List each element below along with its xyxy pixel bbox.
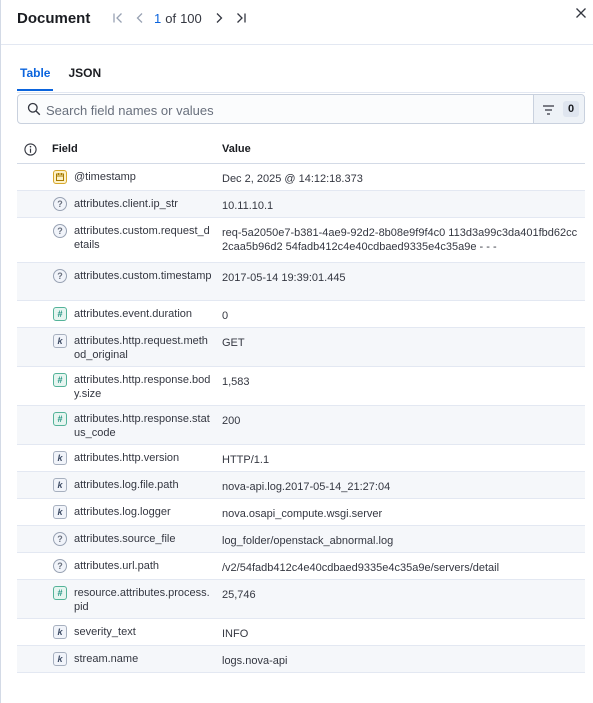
previous-page-icon[interactable] xyxy=(129,9,151,27)
unknown-type-icon: ? xyxy=(53,559,67,573)
field-value: 1,583 xyxy=(222,376,250,388)
field-name: attributes.http.request.method_original xyxy=(74,335,208,361)
number-type-icon: # xyxy=(53,586,67,600)
keyword-type-icon: k xyxy=(53,625,67,639)
field-value: 0 xyxy=(222,310,229,322)
filter-count-badge: 0 xyxy=(563,101,579,117)
keyword-type-icon: k xyxy=(53,652,67,666)
flyout-title: Document xyxy=(17,10,91,27)
field-value: 25,746 xyxy=(222,589,256,601)
next-page-icon[interactable] xyxy=(208,9,230,27)
keyword-type-icon: k xyxy=(53,451,67,465)
field-name: attributes.http.response.status_code xyxy=(74,413,210,439)
number-type-icon: # xyxy=(53,373,67,387)
search-input[interactable] xyxy=(46,100,526,120)
table-row[interactable]: k attributes.http.request.method_original… xyxy=(17,328,585,367)
document-flyout: Document 1 of 100 Table JSON Search fiel… xyxy=(0,0,593,703)
table-row[interactable]: # attributes.http.response.status_code 200 xyxy=(17,406,585,445)
info-icon[interactable] xyxy=(24,143,37,161)
field-value: INFO xyxy=(222,628,249,640)
current-page[interactable]: 1 xyxy=(154,11,161,26)
field-name: attributes.url.path xyxy=(74,560,159,572)
table-row[interactable]: ? attributes.custom.request_details req-5a… xyxy=(17,218,585,263)
tab-json[interactable]: JSON xyxy=(65,63,104,91)
value-column-header[interactable]: Value xyxy=(222,143,251,155)
pager-of-label: of xyxy=(165,10,177,26)
total-pages: 100 xyxy=(180,10,202,26)
search-icon xyxy=(27,102,41,121)
table-row[interactable]: k severity_text INFO xyxy=(17,619,585,646)
unknown-type-icon: ? xyxy=(53,224,67,238)
field-value: 200 xyxy=(222,415,241,427)
field-name: attributes.event.duration xyxy=(74,308,193,320)
field-name: resource.attributes.process.pid xyxy=(74,587,210,613)
table-row[interactable]: ? attributes.url.path/v2/54fadb412c4e40cd… xyxy=(17,553,585,580)
filter-icon xyxy=(542,103,555,121)
first-page-icon[interactable] xyxy=(107,9,129,27)
view-tabs: Table JSON xyxy=(17,63,116,93)
table-row[interactable]: ? attributes.source_file log_folder/openst… xyxy=(17,526,585,553)
flyout-header: Document 1 of 100 xyxy=(1,0,593,45)
number-type-icon: # xyxy=(53,412,67,426)
field-name: attributes.log.logger xyxy=(74,506,171,518)
field-name: stream.name xyxy=(74,653,139,665)
table-row[interactable]: # attributes.http.response.body.size 1,583 xyxy=(17,367,585,406)
field-value: logs.nova-api xyxy=(222,655,288,667)
field-name: attributes.http.response.body.size xyxy=(74,374,211,400)
last-page-icon[interactable] xyxy=(230,9,252,27)
field-name: attributes.log.file.path xyxy=(74,479,179,491)
date-type-icon xyxy=(53,170,67,184)
field-value: /v2/54fadb412c4e40cdbaed9335e4c35a9e/ser… xyxy=(222,562,500,574)
tab-table[interactable]: Table xyxy=(17,63,54,91)
number-type-icon: # xyxy=(53,307,67,321)
field-column-header[interactable]: Field xyxy=(52,143,78,155)
field-value: Dec 2, 2025 @ 14:12:18.373 xyxy=(222,173,363,185)
table-row[interactable]: k attributes.log.logger nova.osapi_compute… xyxy=(17,499,585,526)
table-row[interactable]: k stream.name logs.nova-api xyxy=(17,646,585,673)
field-value: req-5a2050e7-b381-4ae9-92d2-8b08e9f9f4c0… xyxy=(222,227,578,253)
tabs-divider xyxy=(17,92,585,93)
field-value: 2017-05-14 19:39:01.445 xyxy=(222,272,346,284)
field-value: 10.11.10.1 xyxy=(222,200,274,212)
field-value: nova-api.log.2017-05-14_21:27:04 xyxy=(222,481,391,493)
table-body: @timestamp Dec 2, 2025 @ 14:12:18.373? att… xyxy=(17,164,585,673)
field-name: @timestamp xyxy=(74,171,136,183)
unknown-type-icon: ? xyxy=(53,197,67,211)
field-type-filter-button[interactable]: 0 xyxy=(533,95,584,123)
field-name: attributes.client.ip_str xyxy=(74,198,178,210)
keyword-type-icon: k xyxy=(53,505,67,519)
table-header: Field Value xyxy=(17,136,585,164)
field-name: attributes.source_file xyxy=(74,533,176,545)
document-table: Field Value @timestamp Dec 2, 2025 @ 14:1… xyxy=(17,136,585,673)
close-icon[interactable] xyxy=(573,5,589,21)
field-name: attributes.custom.request_details xyxy=(74,225,210,251)
table-row[interactable]: # resource.attributes.process.pid 25,746 xyxy=(17,580,585,619)
document-pager: 1 of 100 xyxy=(107,9,252,27)
unknown-type-icon: ? xyxy=(53,269,67,283)
keyword-type-icon: k xyxy=(53,334,67,348)
table-row[interactable]: k attributes.http.version HTTP/1.1 xyxy=(17,445,585,472)
field-name: attributes.custom.timestamp xyxy=(74,270,212,282)
table-row[interactable]: # attributes.event.duration 0 xyxy=(17,301,585,328)
table-row[interactable]: ? attributes.client.ip_str 10.11.10.1 xyxy=(17,191,585,218)
field-name: severity_text xyxy=(74,626,136,638)
field-value: HTTP/1.1 xyxy=(222,454,270,466)
table-row[interactable]: k attributes.log.file.path nova-api.log.20… xyxy=(17,472,585,499)
field-value: GET xyxy=(222,337,245,349)
field-name: attributes.http.version xyxy=(74,452,180,464)
table-row[interactable]: ? attributes.custom.timestamp 2017-05-14 1… xyxy=(17,263,585,301)
field-value: log_folder/openstack_abnormal.log xyxy=(222,535,394,547)
unknown-type-icon: ? xyxy=(53,532,67,546)
keyword-type-icon: k xyxy=(53,478,67,492)
table-row[interactable]: @timestamp Dec 2, 2025 @ 14:12:18.373 xyxy=(17,164,585,191)
field-value: nova.osapi_compute.wsgi.server xyxy=(222,508,383,520)
field-search: 0 xyxy=(17,94,585,124)
